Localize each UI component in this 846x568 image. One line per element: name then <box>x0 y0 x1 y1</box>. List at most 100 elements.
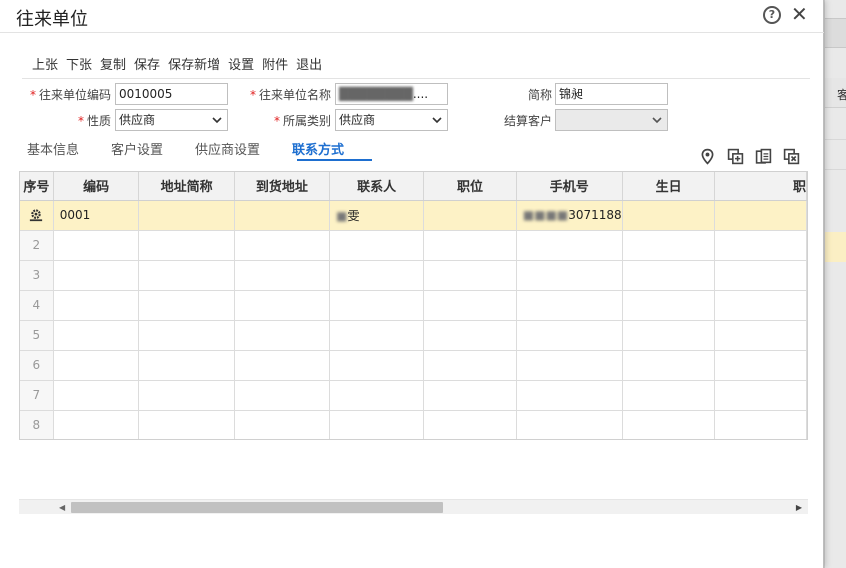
short-label: 简称 <box>528 88 553 102</box>
save-button[interactable]: 保存 <box>134 54 160 73</box>
next-button[interactable]: 下张 <box>66 54 92 73</box>
row-index: 6 <box>20 350 54 381</box>
table-row[interactable]: 7 <box>20 380 807 411</box>
toolbar-divider <box>22 78 810 79</box>
col-header[interactable]: 生日 <box>622 172 716 201</box>
help-icon[interactable]: ? <box>763 6 781 24</box>
code-value: 0010005 <box>119 87 173 101</box>
tab-supplier-settings[interactable]: 供应商设置 <box>195 139 260 158</box>
code-label: * 往来单位编码 <box>30 88 112 102</box>
table-row[interactable]: 6 <box>20 350 807 381</box>
row-gear-cell[interactable] <box>20 200 54 231</box>
background-bar <box>825 18 846 48</box>
tab-basic-info[interactable]: 基本信息 <box>27 139 79 158</box>
cell-mobile[interactable]: ■■■■3071188 <box>516 200 623 231</box>
short-value: 锦昶 <box>559 87 584 101</box>
cell-title[interactable] <box>714 200 807 231</box>
chevron-down-icon <box>652 117 662 124</box>
category-value: 供应商 <box>339 113 376 127</box>
blurred-text: ■■■■ <box>522 208 569 222</box>
name-label-text: 往来单位名称 <box>259 88 332 102</box>
title-divider <box>0 32 824 33</box>
row-index: 3 <box>20 260 54 291</box>
mobile-value: 3071188 <box>568 208 622 222</box>
col-header[interactable]: 到货地址 <box>234 172 331 201</box>
row-index: 7 <box>20 380 54 411</box>
nature-label-text: 性质 <box>87 114 112 128</box>
attachment-button[interactable]: 附件 <box>262 54 288 73</box>
name-field[interactable]: ████████.... <box>335 83 448 105</box>
table-row[interactable]: 3 <box>20 260 807 291</box>
background-app: 客 <box>824 0 846 568</box>
category-select[interactable]: 供应商 <box>335 109 448 131</box>
delete-row-icon[interactable] <box>783 148 800 165</box>
name-label: * 往来单位名称 <box>250 88 332 102</box>
col-header[interactable]: 手机号 <box>516 172 623 201</box>
scroll-left-icon[interactable]: ◀ <box>59 503 65 512</box>
exit-button[interactable]: 退出 <box>296 54 322 73</box>
cell-code[interactable]: 0001 <box>53 200 140 231</box>
blurred-text: ■ <box>336 208 348 223</box>
table-row[interactable]: 2 <box>20 230 807 261</box>
background-row <box>825 110 846 140</box>
prev-button[interactable]: 上张 <box>32 54 58 73</box>
nature-value: 供应商 <box>119 113 156 127</box>
table-row[interactable]: 8 <box>20 410 807 439</box>
cell-position[interactable] <box>423 200 517 231</box>
contact-value: 雯 <box>347 208 360 223</box>
col-header[interactable]: 编码 <box>53 172 140 201</box>
tab-contact[interactable]: 联系方式 <box>292 139 344 158</box>
active-tab-indicator <box>297 159 372 161</box>
cell-delivery-address[interactable] <box>234 200 331 231</box>
grid-tools <box>699 148 800 165</box>
grid-header-row: 序号 编码 地址简称 到货地址 联系人 职位 手机号 生日 职 <box>20 172 807 201</box>
background-header-text: 客 <box>837 88 846 102</box>
chevron-down-icon <box>212 117 222 124</box>
gear-icon[interactable] <box>29 208 43 222</box>
tab-customer-settings[interactable]: 客户设置 <box>111 139 163 158</box>
add-row-icon[interactable] <box>727 148 744 165</box>
category-label: * 所属类别 <box>274 114 332 128</box>
code-label-text: 往来单位编码 <box>39 88 112 102</box>
contact-grid: 序号 编码 地址简称 到货地址 联系人 职位 手机号 生日 职 0001 ■雯 … <box>19 171 808 440</box>
settings-button[interactable]: 设置 <box>228 54 254 73</box>
copy-button[interactable]: 复制 <box>100 54 126 73</box>
row-index: 5 <box>20 320 54 351</box>
cell-contact[interactable]: ■雯 <box>329 200 425 231</box>
col-header: 序号 <box>20 172 54 201</box>
col-header[interactable]: 地址简称 <box>138 172 235 201</box>
category-label-text: 所属类别 <box>283 114 332 128</box>
partner-dialog: 往来单位 ? ✕ 上张 下张 复制 保存 保存新增 设置 附件 退出 * 往来单位… <box>0 0 824 568</box>
nature-label: * 性质 <box>78 114 112 128</box>
copy-row-icon[interactable] <box>755 148 772 165</box>
col-header[interactable]: 联系人 <box>329 172 425 201</box>
code-field[interactable]: 0010005 <box>115 83 228 105</box>
cell-birthday[interactable] <box>622 200 716 231</box>
tab-bar: 基本信息 客户设置 供应商设置 联系方式 <box>27 139 376 158</box>
scroll-thumb[interactable] <box>71 502 443 513</box>
background-row <box>825 140 846 170</box>
scroll-right-icon[interactable]: ▶ <box>796 503 802 512</box>
col-header[interactable]: 职位 <box>423 172 517 201</box>
nature-select[interactable]: 供应商 <box>115 109 228 131</box>
row-index: 8 <box>20 410 54 439</box>
short-name-field[interactable]: 锦昶 <box>555 83 668 105</box>
dialog-title: 往来单位 <box>16 9 88 30</box>
table-row[interactable]: 4 <box>20 290 807 321</box>
toolbar: 上张 下张 复制 保存 保存新增 设置 附件 退出 <box>32 54 330 73</box>
table-row[interactable]: 5 <box>20 320 807 351</box>
close-icon[interactable]: ✕ <box>791 3 808 25</box>
cell-address-short[interactable] <box>138 200 235 231</box>
settle-label: 结算客户 <box>504 114 553 128</box>
name-value: .... <box>412 87 429 101</box>
col-header[interactable]: 职 <box>714 172 807 201</box>
background-header: 客 <box>825 78 846 108</box>
row-index: 4 <box>20 290 54 321</box>
horizontal-scrollbar[interactable]: ◀ ▶ <box>19 499 808 514</box>
save-new-button[interactable]: 保存新增 <box>168 54 220 73</box>
settle-customer-select <box>555 109 668 131</box>
location-icon[interactable] <box>699 148 716 165</box>
table-row[interactable]: 0001 ■雯 ■■■■3071188 <box>20 200 807 231</box>
background-selected-row <box>825 232 846 262</box>
row-index: 2 <box>20 230 54 261</box>
